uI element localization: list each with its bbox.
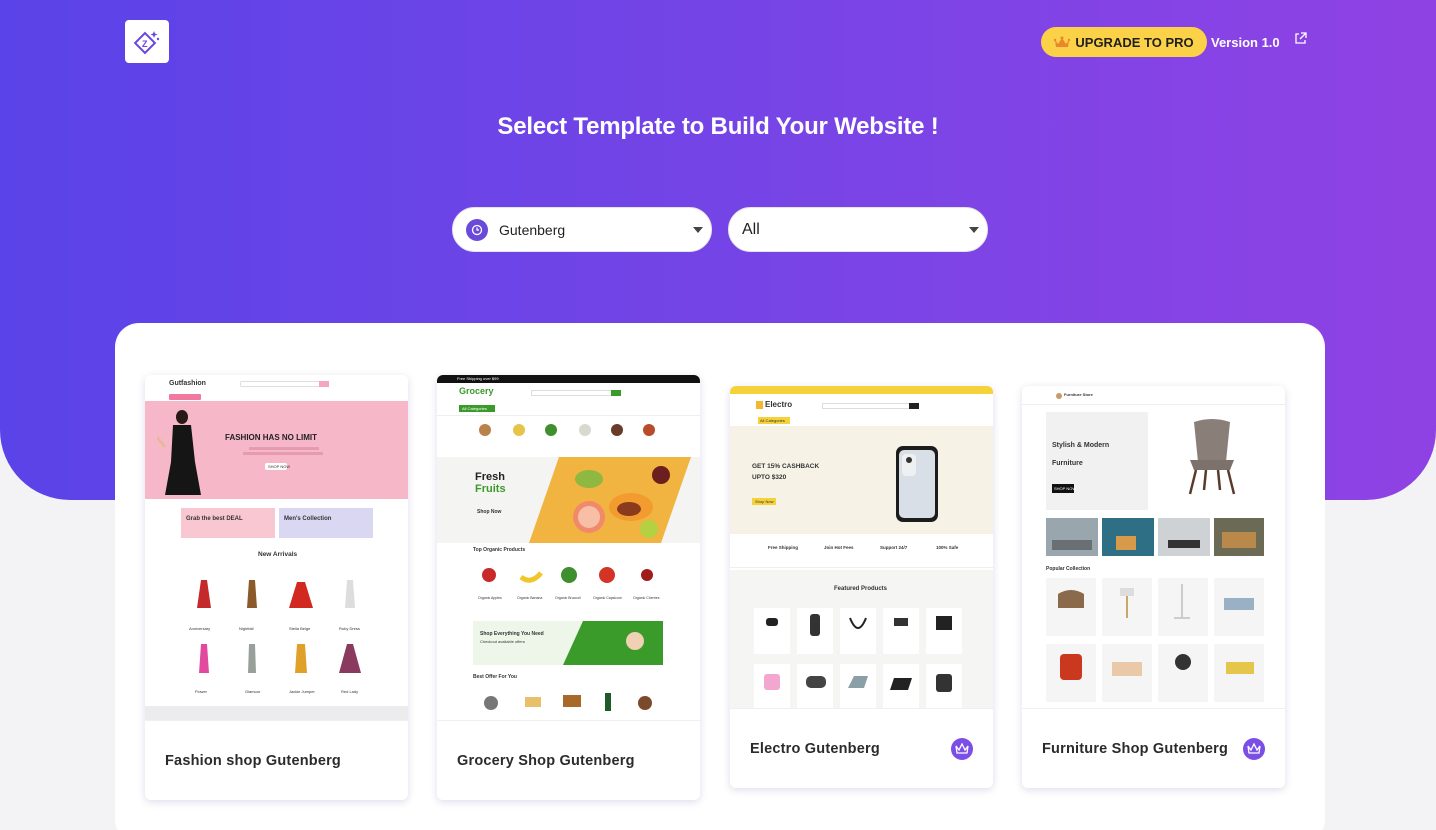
preview-product-label: Organic Banana — [517, 596, 543, 600]
preview-product-label: Flower — [195, 689, 208, 694]
preview-product-label: Ruby Dress — [339, 626, 360, 631]
template-name: Furniture Shop Gutenberg — [1042, 740, 1229, 757]
preview-hero-line-1: Stylish & Modern — [1052, 442, 1110, 449]
zita-logo[interactable]: Z — [125, 20, 169, 63]
template-card-grocery[interactable]: Free Shipping over $99 Grocery All Categ… — [437, 375, 700, 800]
preview-product-label: Organic Capsicum — [593, 596, 622, 600]
preview-section-title: Top Organic Products — [473, 547, 526, 553]
preview-product-label: Organic Apples — [478, 596, 502, 600]
phone-image — [894, 444, 940, 524]
preview-product-label: Glamour — [245, 689, 261, 694]
preview-promo-1: Grab the best DEAL — [186, 516, 243, 522]
preview-logo: Grocery — [459, 386, 494, 396]
template-name: Fashion shop Gutenberg — [165, 752, 341, 769]
preview-cta: SHOP NOW — [1054, 486, 1077, 491]
preview-logo: Electro — [765, 400, 793, 409]
pro-badge-crown-icon — [1243, 737, 1265, 760]
preview-feature: Support 24/7 — [880, 545, 908, 550]
preview-categories-button: All Categories — [760, 418, 785, 423]
preview-product-label: Organic Broccoli — [555, 596, 581, 600]
zita-logo-icon: Z — [133, 30, 160, 54]
template-name: Grocery Shop Gutenberg — [457, 752, 635, 769]
preview-hero-line-1: GET 15% CASHBACK — [752, 463, 820, 470]
preview-product-label: Jackie Jumper — [289, 689, 315, 694]
preview-section-title: Featured Products — [834, 586, 888, 592]
gutenberg-icon — [466, 218, 488, 241]
preview-product-label: Red Lady — [341, 689, 359, 694]
template-card-fashion[interactable]: Gutfashion FASHION HAS NO LIMIT SHOP NOW… — [145, 375, 408, 800]
preview-section-title: New Arrivals — [258, 551, 298, 558]
model-image — [155, 407, 207, 497]
preview-hero-line-2: Fruits — [475, 483, 506, 495]
svg-text:Z: Z — [142, 39, 148, 49]
preview-product-label: Anniversary — [189, 626, 211, 631]
preview-cta: SHOP NOW — [268, 464, 291, 469]
fruits-image — [529, 457, 691, 543]
external-link-icon[interactable] — [1294, 32, 1307, 45]
preview-room-gallery — [1046, 518, 1264, 556]
builder-select-value: Gutenberg — [499, 221, 566, 238]
preview-top-bar: Free Shipping over $99 — [457, 376, 499, 381]
preview-product-grid — [1046, 578, 1264, 704]
builder-select[interactable]: Gutenberg — [452, 207, 712, 252]
preview-hero-line-1: Fresh — [475, 471, 505, 483]
preview-promo-2: Men's Collection — [284, 516, 332, 522]
preview-cta: Shop Now — [755, 499, 774, 504]
preview-feature: 100% Safe — [936, 545, 959, 550]
template-preview-fashion: Gutfashion FASHION HAS NO LIMIT SHOP NOW… — [145, 375, 408, 720]
preview-banner-subtitle: Checkout available offers — [480, 639, 525, 644]
page-title: Select Template to Build Your Website ! — [497, 113, 939, 140]
preview-hero-line-2: UPTO $320 — [752, 474, 787, 481]
preview-section-title: Popular Collection — [1046, 566, 1091, 572]
template-card-electro[interactable]: Electro All Categories GET 15% CASHBACK … — [730, 386, 993, 788]
template-preview-electro: Electro All Categories GET 15% CASHBACK … — [730, 386, 993, 708]
category-select-value: All — [742, 220, 760, 238]
preview-hero-title: FASHION HAS NO LIMIT — [225, 433, 317, 442]
preview-section-title: Best Offer For You — [473, 674, 517, 680]
preview-banner-title: Shop Everything You Need — [480, 631, 544, 637]
template-preview-grocery: Free Shipping over $99 Grocery All Categ… — [437, 375, 700, 720]
preview-hero-line-2: Furniture — [1052, 460, 1083, 467]
preview-product-label: Nightfall — [239, 626, 254, 631]
preview-product-grid — [754, 608, 968, 708]
preview-product-label: Stella Beige — [289, 626, 311, 631]
preview-cta: Shop Now — [477, 509, 502, 515]
crown-icon — [1054, 36, 1071, 47]
upgrade-label: UPGRADE TO PRO — [1075, 34, 1194, 50]
template-name: Electro Gutenberg — [750, 740, 880, 757]
pro-badge-crown-icon — [951, 737, 973, 760]
version-label: Version 1.0 — [1211, 35, 1280, 50]
preview-logo: Furniture Store — [1064, 392, 1093, 397]
category-select[interactable]: All — [728, 207, 988, 252]
preview-offer-grid — [473, 687, 663, 717]
preview-feature: Free Shipping — [768, 545, 799, 550]
template-card-furniture[interactable]: Furniture Store Stylish & Modern Furnitu… — [1022, 386, 1285, 788]
upgrade-to-pro-button[interactable]: UPGRADE TO PRO — [1041, 27, 1207, 57]
chevron-down-icon — [969, 227, 979, 233]
preview-logo: Gutfashion — [169, 380, 206, 387]
preview-product-label: Organic Cherries — [633, 596, 660, 600]
preview-feature: Join Hot Fees — [824, 545, 854, 550]
chair-image — [1172, 416, 1252, 496]
preview-category-icons — [477, 421, 667, 441]
template-preview-furniture: Furniture Store Stylish & Modern Furnitu… — [1022, 386, 1285, 708]
chevron-down-icon — [693, 227, 703, 233]
preview-categories-button: All Categories — [462, 406, 487, 411]
